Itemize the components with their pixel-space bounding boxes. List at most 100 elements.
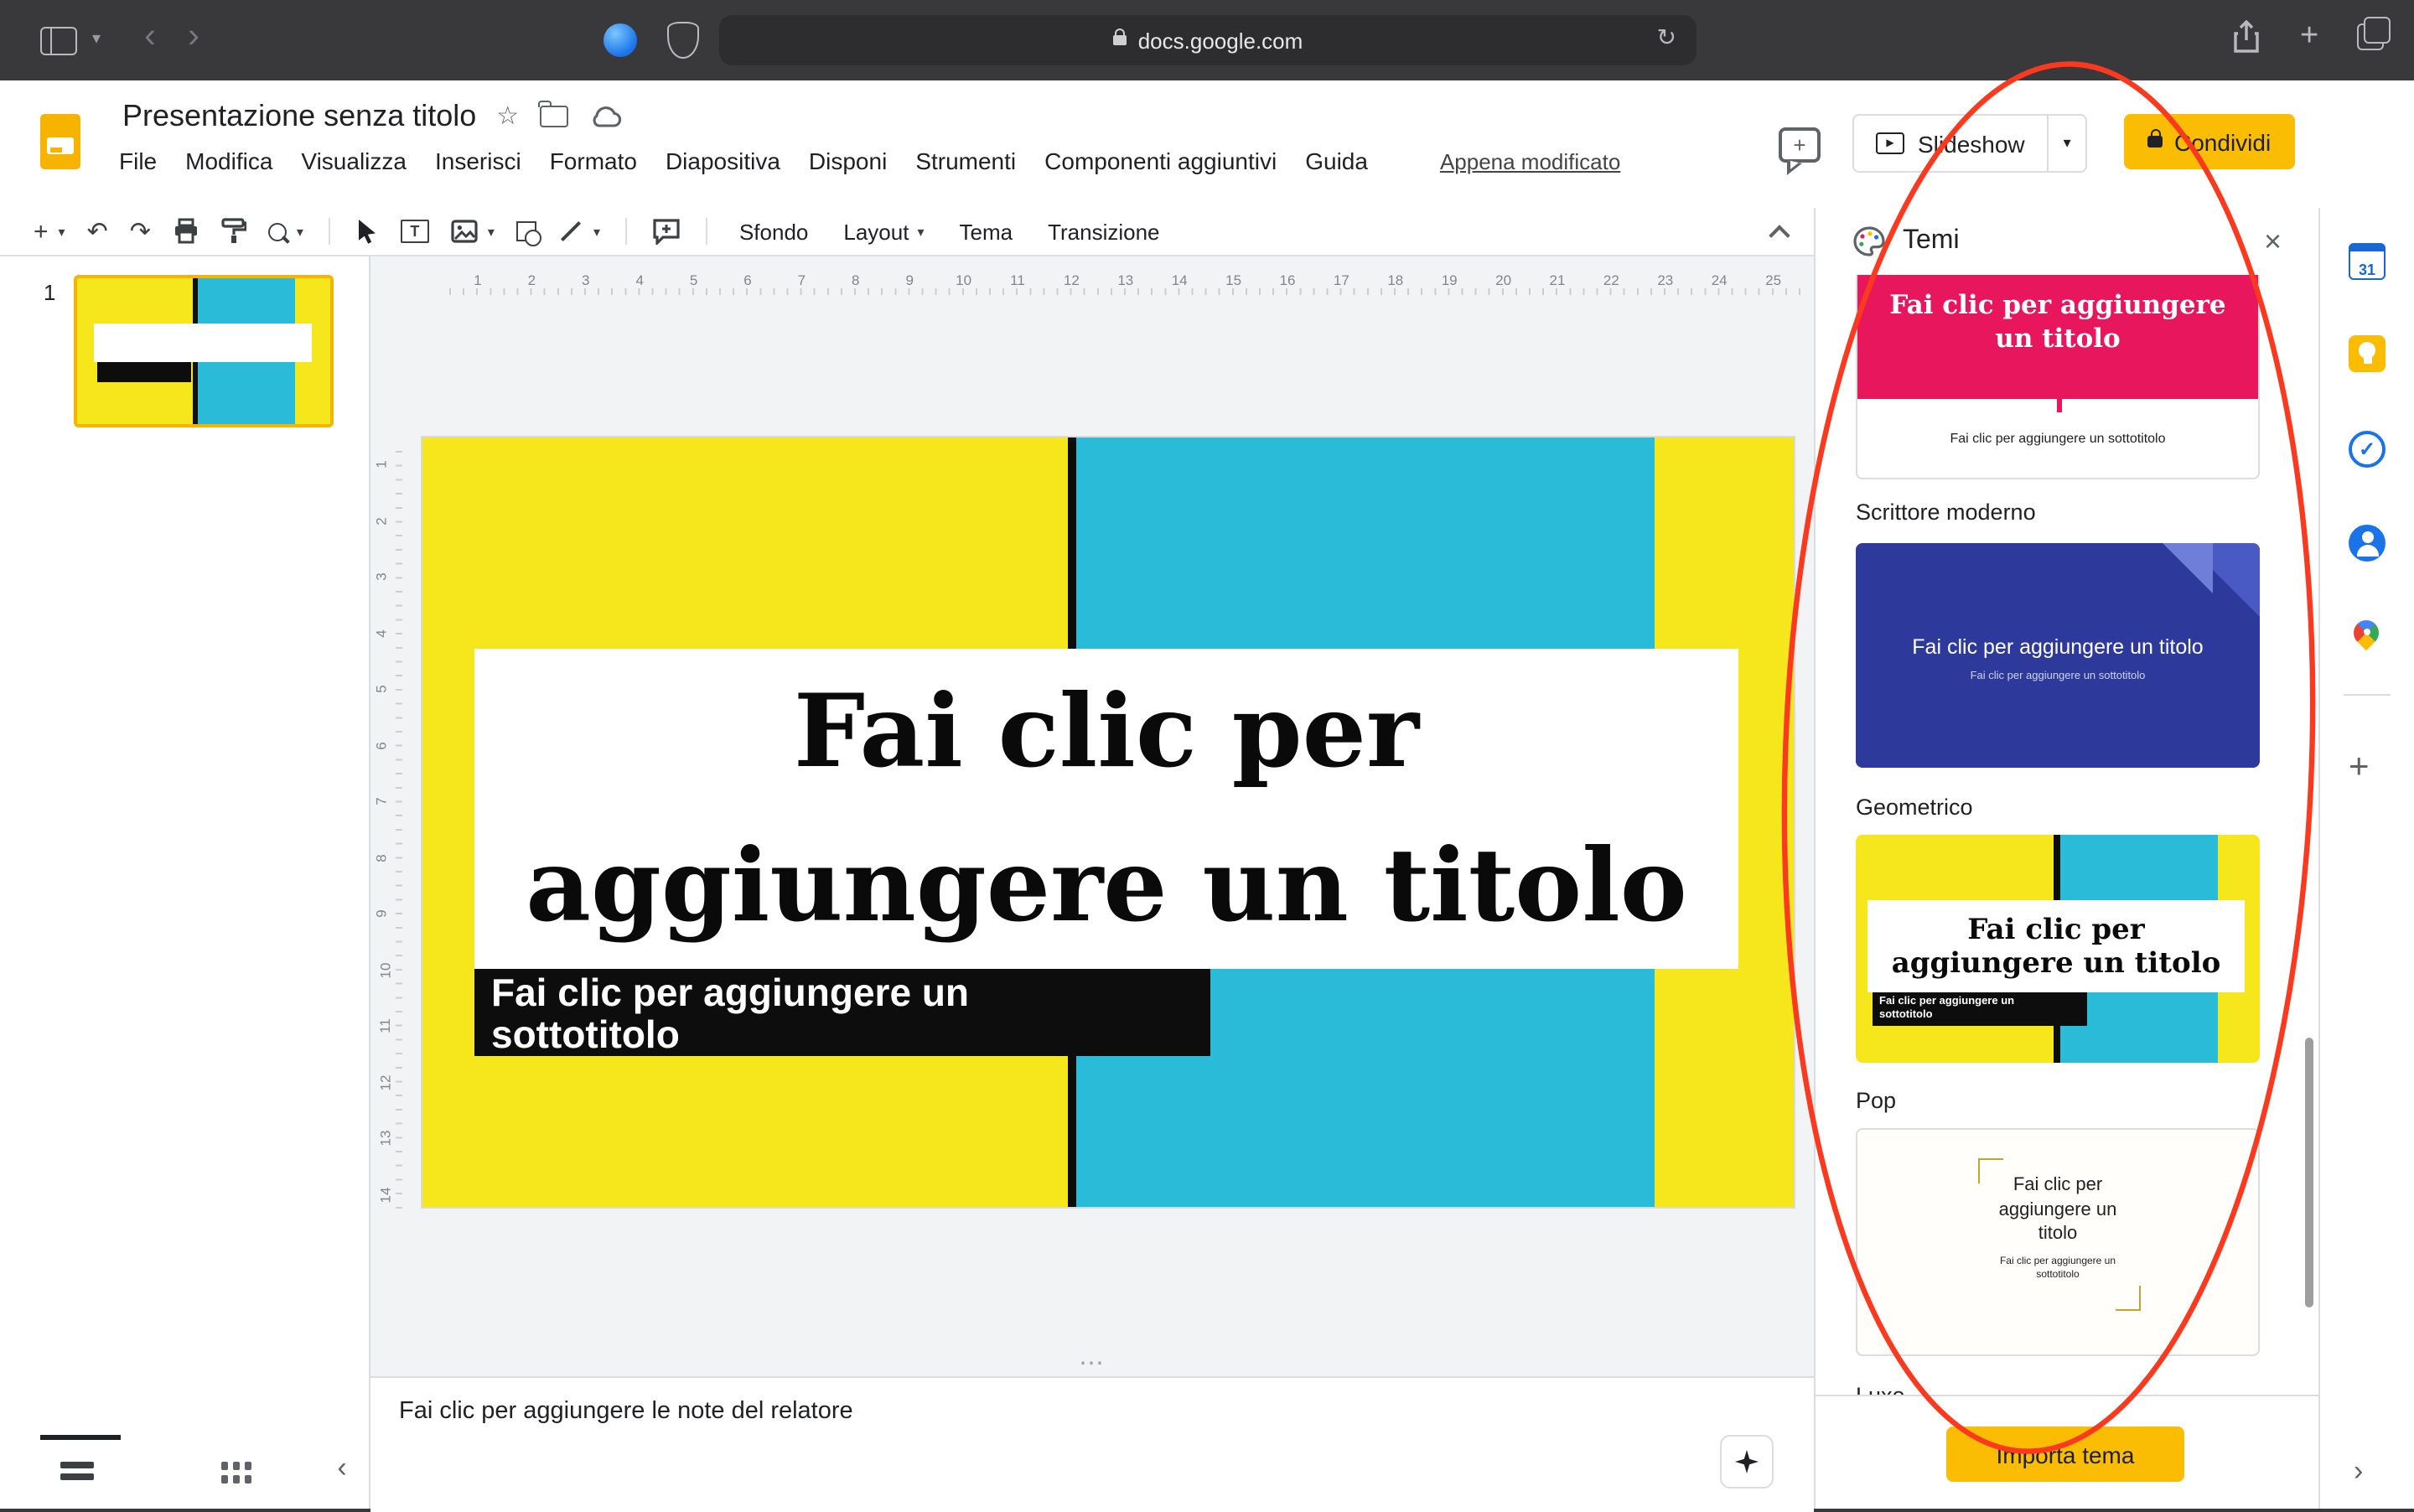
close-icon[interactable]: ×: [2254, 221, 2292, 263]
shape-icon[interactable]: [516, 221, 536, 241]
select-cursor-icon[interactable]: [355, 218, 379, 245]
theme-preview-geometrico[interactable]: Fai clic per aggiungere un titolo Fai cl…: [1856, 543, 2260, 768]
cloud-status-icon[interactable]: [588, 103, 624, 128]
forward-icon[interactable]: ›: [188, 17, 199, 57]
panel-scrollbar[interactable]: [2305, 1038, 2313, 1307]
paint-format-icon[interactable]: [221, 218, 246, 245]
sidebar-caret-icon[interactable]: ▾: [92, 30, 101, 49]
slide-canvas[interactable]: Fai clic per aggiungere un titolo Fai cl…: [422, 438, 1794, 1207]
slideshow-icon: ▶: [1876, 132, 1904, 154]
share-button[interactable]: Condividi: [2124, 114, 2294, 169]
document-title[interactable]: Presentazione senza titolo: [122, 98, 476, 133]
palette-icon: [1852, 226, 1886, 256]
ruler-number: 2: [528, 272, 536, 288]
menu-modifica[interactable]: Modifica: [185, 148, 272, 174]
zoom-caret[interactable]: ▾: [297, 224, 303, 239]
ruler-number: 16: [1280, 272, 1296, 288]
slides-logo[interactable]: [40, 114, 80, 169]
menu-diapositiva[interactable]: Diapositiva: [666, 148, 780, 174]
theme-name-geometrico: Geometrico: [1856, 795, 1973, 820]
menu-visualizza[interactable]: Visualizza: [301, 148, 407, 174]
ruler-number: 4: [373, 629, 390, 636]
slideshow-button[interactable]: ▶ Slideshow ▾: [1852, 114, 2088, 173]
menu-file[interactable]: File: [119, 148, 157, 174]
star-icon[interactable]: ☆: [496, 103, 519, 128]
undo-icon[interactable]: ↶: [87, 219, 108, 244]
slideshow-dropdown[interactable]: ▾: [2047, 116, 2086, 171]
tab-overview-icon[interactable]: [2357, 23, 2384, 50]
zoom-icon[interactable]: [268, 222, 287, 241]
theme-preview-pop[interactable]: Fai clic per aggiungere un titolo Fai cl…: [1856, 835, 2260, 1063]
explore-button[interactable]: [1720, 1435, 1774, 1489]
ruler-number: 9: [373, 909, 390, 917]
filmstrip-view-icon[interactable]: [60, 1462, 94, 1485]
url-text: docs.google.com: [1138, 28, 1303, 53]
subtitle-placeholder[interactable]: Fai clic per aggiungere un sottotitolo: [474, 969, 1210, 1056]
line-caret[interactable]: ▾: [593, 224, 600, 239]
lock-icon: [2147, 136, 2163, 148]
sidebar-toggle-icon[interactable]: [40, 27, 77, 55]
address-bar[interactable]: docs.google.com ↻: [719, 15, 1697, 65]
notes-placeholder[interactable]: Fai clic per aggiungere le note del rela…: [399, 1398, 853, 1425]
browser-toolbar: ▾ ‹ › docs.google.com ↻ +: [0, 0, 2414, 80]
collapse-toolbar-icon[interactable]: [1770, 223, 1787, 240]
theme-preview-scrittore-moderno[interactable]: Fai clic per aggiungere un titolo Fai cl…: [1856, 275, 2260, 479]
menu-inserisci[interactable]: Inserisci: [435, 148, 521, 174]
background-button[interactable]: Sfondo: [733, 215, 815, 247]
maps-icon[interactable]: [2349, 619, 2386, 655]
line-icon[interactable]: [561, 221, 581, 241]
new-slide-button[interactable]: +: [34, 219, 49, 244]
ruler-number: 13: [376, 1131, 393, 1147]
screen: ▾ ‹ › docs.google.com ↻ + Presentazione …: [0, 0, 2414, 1509]
tasks-icon[interactable]: ✓: [2349, 431, 2386, 468]
print-icon[interactable]: [173, 218, 199, 245]
sparkle-icon: [1733, 1448, 1760, 1475]
redo-icon[interactable]: ↷: [130, 219, 151, 244]
menu-strumenti[interactable]: Strumenti: [915, 148, 1016, 174]
comments-icon[interactable]: +: [1779, 127, 1821, 163]
themes-panel-header: Temi ×: [1816, 208, 2318, 275]
add-addon-icon[interactable]: +: [2349, 748, 2370, 788]
ruler-number: 8: [852, 272, 859, 288]
expand-rail-icon[interactable]: ›: [2354, 1455, 2363, 1489]
theme-button[interactable]: Tema: [953, 215, 1020, 247]
ruler-number: 10: [956, 272, 971, 288]
extension-icon[interactable]: [604, 23, 637, 57]
slide-thumbnail[interactable]: [74, 275, 334, 427]
share-icon[interactable]: [2233, 20, 2260, 54]
keep-icon[interactable]: [2349, 335, 2386, 372]
reload-icon[interactable]: ↻: [1657, 23, 1676, 52]
menu-componenti-aggiuntivi[interactable]: Componenti aggiuntivi: [1044, 148, 1277, 174]
move-folder-icon[interactable]: [539, 105, 567, 127]
title-placeholder[interactable]: Fai clic per aggiungere un titolo: [474, 649, 1738, 969]
insert-image-icon[interactable]: [451, 220, 478, 243]
text-box-icon[interactable]: T: [401, 220, 429, 243]
back-icon[interactable]: ‹: [144, 17, 156, 57]
ruler-number: 8: [373, 853, 390, 861]
new-tab-icon[interactable]: +: [2300, 18, 2318, 55]
menu-formato[interactable]: Formato: [550, 148, 637, 174]
insert-comment-icon[interactable]: [652, 218, 681, 245]
image-caret[interactable]: ▾: [488, 224, 495, 239]
menu-disponi[interactable]: Disponi: [809, 148, 887, 174]
ruler-number: 3: [373, 572, 390, 580]
last-edit-status[interactable]: Appena modificato: [1440, 148, 1620, 173]
theme-preview-luxe[interactable]: Fai clic per aggiungere un titolo Fai cl…: [1856, 1128, 2260, 1356]
horizontal-ruler: 1234567891011121314151617181920212223242…: [370, 256, 1814, 295]
ruler-number: 19: [1442, 272, 1458, 288]
ruler-number: 10: [376, 962, 393, 978]
ruler-number: 7: [373, 797, 390, 805]
layout-button[interactable]: Layout▾: [837, 215, 930, 247]
menu-bar: File Modifica Visualizza Inserisci Forma…: [119, 148, 1620, 174]
transition-button[interactable]: Transizione: [1041, 215, 1166, 247]
import-theme-button[interactable]: Importa tema: [1946, 1427, 2184, 1482]
grid-view-icon[interactable]: [221, 1462, 251, 1485]
contacts-icon[interactable]: [2349, 525, 2386, 562]
shield-extension-icon[interactable]: [667, 22, 699, 59]
ruler-number: 14: [1172, 272, 1188, 288]
calendar-icon[interactable]: 31: [2349, 243, 2386, 280]
new-slide-caret[interactable]: ▾: [59, 224, 65, 239]
collapse-filmstrip-icon[interactable]: ‹: [322, 1448, 362, 1489]
menu-guida[interactable]: Guida: [1305, 148, 1368, 174]
ruler-number: 17: [1334, 272, 1349, 288]
